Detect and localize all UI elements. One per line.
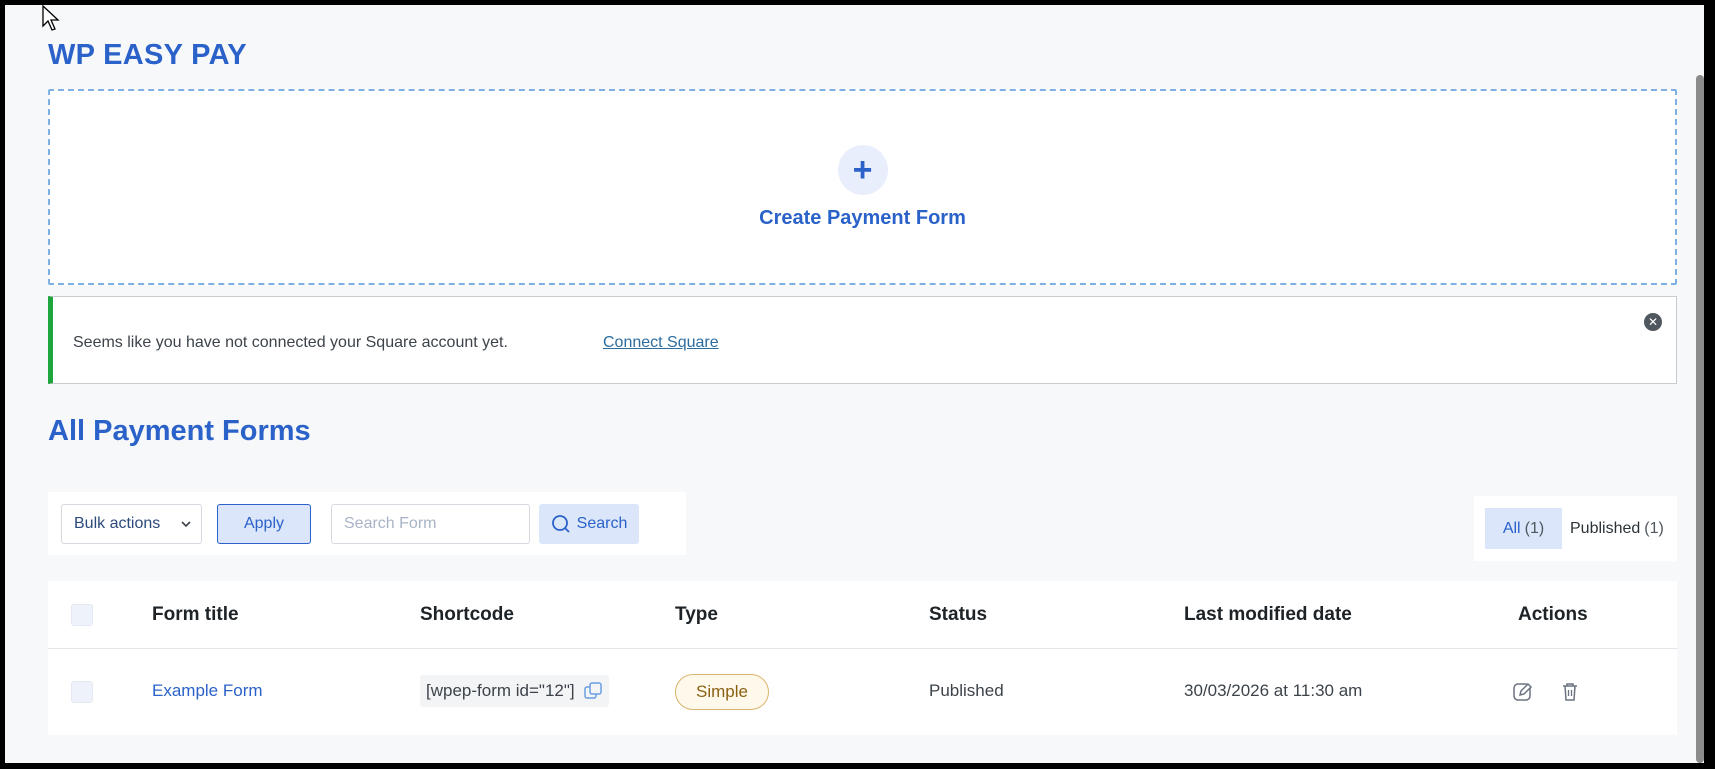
filter-published[interactable]: Published (1): [1570, 508, 1664, 549]
connect-square-link[interactable]: Connect Square: [603, 334, 719, 352]
bulk-actions-label: Bulk actions: [74, 515, 161, 532]
form-title-link[interactable]: Example Form: [152, 681, 263, 701]
shortcode-text: [wpep-form id="12"]: [426, 681, 575, 700]
header-actions: Actions: [1518, 604, 1588, 625]
table-header: Form title Shortcode Type Status Last mo…: [48, 581, 1677, 649]
header-form-title: Form title: [152, 604, 239, 625]
table-row: Example Form [wpep-form id="12"] Simple …: [48, 650, 1677, 735]
filter-published-count: (1): [1644, 519, 1664, 537]
header-status: Status: [929, 604, 988, 625]
type-badge: Simple: [675, 674, 769, 710]
section-title: All Payment Forms: [48, 415, 311, 447]
bulk-actions-select[interactable]: Bulk actions: [61, 504, 202, 544]
create-payment-form-label: Create Payment Form: [759, 206, 966, 229]
select-all-checkbox[interactable]: [71, 604, 93, 626]
search-icon: [551, 515, 570, 533]
filter-published-label: Published: [1570, 519, 1641, 537]
payment-forms-table: Form title Shortcode Type Status Last mo…: [48, 581, 1677, 735]
row-checkbox[interactable]: [71, 681, 93, 703]
vertical-scrollbar[interactable]: [1696, 75, 1704, 763]
copy-icon[interactable]: [583, 681, 603, 701]
square-connect-notice: Seems like you have not connected your S…: [48, 296, 1677, 384]
delete-icon[interactable]: [1559, 681, 1581, 703]
status-text: Published: [929, 681, 1004, 700]
search-button-label: Search: [576, 515, 628, 532]
status-filters: All (1) Published (1): [1474, 496, 1677, 561]
chevron-down-icon: [181, 521, 191, 528]
brand-title: WP EASY PAY: [48, 39, 247, 71]
header-shortcode: Shortcode: [420, 604, 514, 625]
notice-message: Seems like you have not connected your S…: [73, 334, 508, 351]
table-toolbar: Bulk actions Apply Search: [48, 492, 686, 555]
create-payment-form-button[interactable]: + Create Payment Form: [48, 89, 1677, 285]
search-input[interactable]: [331, 504, 530, 544]
edit-icon[interactable]: [1512, 681, 1534, 703]
filter-all-label: All: [1502, 519, 1521, 537]
close-circle-icon[interactable]: ✕: [1644, 313, 1662, 331]
mouse-cursor-icon: [42, 5, 60, 31]
header-type: Type: [675, 604, 718, 625]
plus-icon: +: [837, 144, 888, 195]
app-window: WP EASY PAY + Create Payment Form Seems …: [5, 5, 1704, 763]
search-button[interactable]: Search: [539, 504, 639, 544]
filter-all[interactable]: All (1): [1485, 508, 1562, 549]
modified-date: 30/03/2026 at 11:30 am: [1184, 681, 1363, 700]
filter-all-count: (1): [1524, 519, 1545, 537]
header-last-modified: Last modified date: [1184, 604, 1352, 625]
shortcode-box: [wpep-form id="12"]: [420, 675, 609, 707]
apply-button[interactable]: Apply: [217, 504, 311, 544]
